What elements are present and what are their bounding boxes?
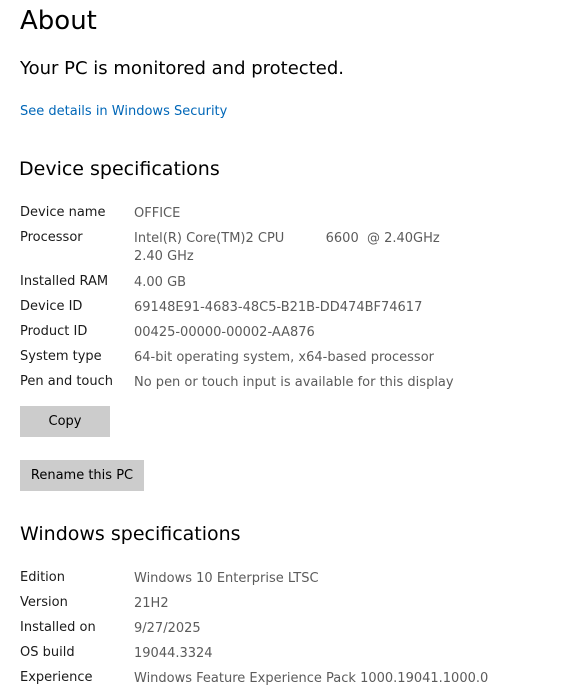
page-title: About bbox=[20, 6, 97, 36]
spec-label: OS build bbox=[20, 645, 75, 660]
spec-label: Version bbox=[20, 595, 68, 610]
spec-value: Intel(R) Core(TM)2 CPU 6600 @ 2.40GHz 2.… bbox=[134, 231, 453, 264]
windows-security-link[interactable]: See details in Windows Security bbox=[20, 104, 227, 119]
spec-value: Windows Feature Experience Pack 1000.190… bbox=[134, 671, 489, 686]
copy-button[interactable]: Copy bbox=[20, 406, 110, 437]
spec-value: 21H2 bbox=[134, 596, 169, 611]
spec-value: OFFICE bbox=[134, 206, 181, 221]
spec-value: 69148E91-4683-48C5-B21B-DD474BF74617 bbox=[134, 300, 423, 315]
spec-label: System type bbox=[20, 349, 102, 364]
spec-label: Edition bbox=[20, 570, 65, 585]
device-specifications-heading: Device specifications bbox=[19, 158, 220, 180]
spec-label: Pen and touch bbox=[20, 374, 114, 389]
spec-value: Windows 10 Enterprise LTSC bbox=[134, 571, 319, 586]
rename-pc-button[interactable]: Rename this PC bbox=[20, 460, 144, 491]
spec-value: 19044.3324 bbox=[134, 646, 213, 661]
protection-status-text: Your PC is monitored and protected. bbox=[20, 58, 344, 79]
spec-label: Processor bbox=[20, 230, 83, 245]
spec-label: Product ID bbox=[20, 324, 88, 339]
spec-value: 64-bit operating system, x64-based proce… bbox=[134, 350, 434, 365]
windows-specifications-heading: Windows specifications bbox=[20, 523, 241, 545]
spec-value: 9/27/2025 bbox=[134, 621, 201, 636]
spec-label: Installed RAM bbox=[20, 274, 109, 289]
spec-value: 4.00 GB bbox=[134, 275, 187, 290]
spec-label: Device ID bbox=[20, 299, 83, 314]
spec-value: 00425-00000-00002-AA876 bbox=[134, 325, 315, 340]
spec-label: Installed on bbox=[20, 620, 96, 635]
spec-label: Experience bbox=[20, 670, 93, 685]
spec-value: No pen or touch input is available for t… bbox=[134, 375, 454, 390]
spec-label: Device name bbox=[20, 205, 106, 220]
